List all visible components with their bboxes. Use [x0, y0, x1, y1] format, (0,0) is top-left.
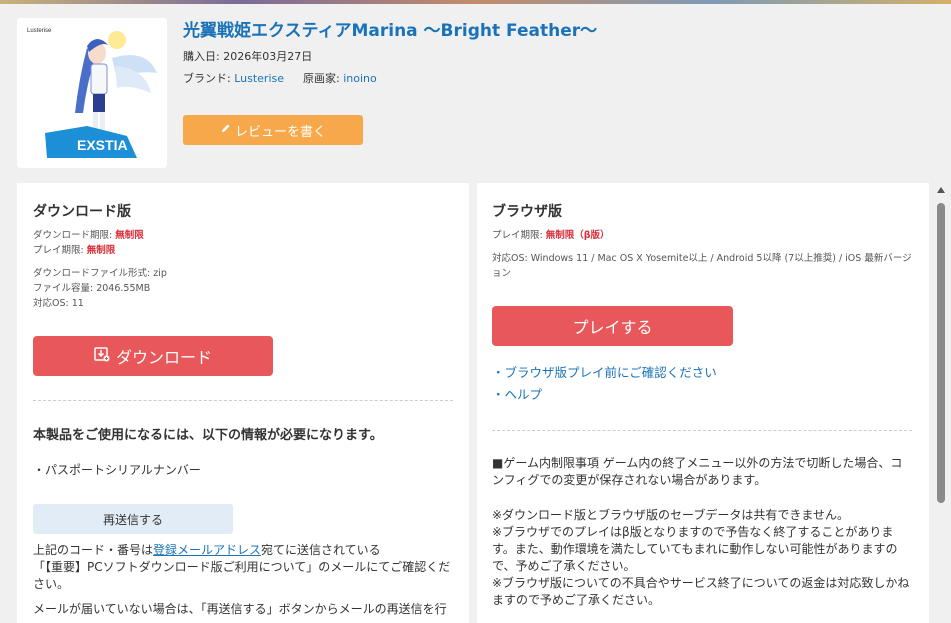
scrollbar[interactable] [933, 183, 951, 614]
info-desc-post: 宛てに送信されている [261, 543, 381, 557]
browser-play-period: プレイ期限: 無制限（β版） [492, 228, 610, 243]
resend-button[interactable]: 再送信する [33, 504, 233, 534]
play-period: プレイ期限: 無制限 [33, 243, 115, 258]
resend-button-label: 再送信する [102, 512, 163, 527]
product-title[interactable]: 光翼戦姫エクスティアMarina 〜Bright Feather〜 [183, 16, 597, 41]
download-period: ダウンロード期限: 無制限 [33, 228, 144, 243]
download-icon [94, 346, 110, 366]
browser-heading: ブラウザ版 [492, 204, 562, 220]
thumb-brand-text: Lusterise [27, 28, 52, 34]
browser-divider [492, 430, 912, 431]
browser-panel: ブラウザ版 プレイ期限: 無制限（β版） 対応OS: Windows 11 / … [477, 183, 929, 623]
download-panel: ダウンロード版 ダウンロード期限: 無制限 プレイ期限: 無制限 ダウンロードフ… [17, 183, 469, 623]
info-description: 上記のコード・番号は登録メールアドレス宛てに送信されている 「【重要】PCソフト… [33, 542, 453, 593]
scroll-thumb[interactable] [937, 203, 945, 503]
download-period-value: 無制限 [115, 230, 144, 241]
write-review-button[interactable]: レビューを書く [183, 115, 363, 145]
browser-play-period-label: プレイ期限: [492, 230, 546, 241]
pencil-icon [220, 123, 231, 138]
scroll-up-icon[interactable] [937, 187, 945, 193]
savedata-notice: ※ダウンロード版とブラウザ版のセーブデータは共有できません。 [492, 508, 849, 522]
download-period-label: ダウンロード期限: [33, 230, 116, 241]
beta-notice: ※ブラウザでのプレイはβ版となりますので予告なく終了することがあります。また、動… [492, 525, 898, 573]
brand-label: ブランド: [183, 72, 235, 85]
browser-supported-os: 対応OS: Windows 11 / Mac OS X Yosemite以上 /… [492, 253, 912, 279]
info-desc-mail-subject: 「【重要】PCソフトダウンロード版ご利用について」のメールにてご確認ください。 [33, 560, 451, 591]
browser-play-period-value: 無制限（β版） [545, 230, 610, 241]
play-period-label: プレイ期限: [33, 245, 87, 256]
download-button-label: ダウンロード [115, 348, 212, 367]
play-button[interactable]: プレイする [492, 306, 733, 346]
file-size: ファイル容量: 2046.55MB [33, 283, 151, 294]
brand-link[interactable]: Lusterise [234, 72, 284, 85]
required-info-item: ・パスポートシリアルナンバー [33, 463, 201, 477]
browser-precheck-link[interactable]: ・ブラウザ版プレイ前にご確認ください [492, 362, 717, 381]
brand-row: ブランド: Lusterise 原画家: inoino [183, 70, 377, 86]
purchase-date: 2026年03月27日 [223, 50, 313, 63]
purchase-date-row: 購入日: 2026年03月27日 [183, 48, 312, 64]
svg-text:EXSTIA: EXSTIA [77, 137, 128, 153]
purchase-date-label: 購入日: [183, 50, 224, 63]
info-desc-pre: 上記のコード・番号は [33, 543, 154, 557]
registered-email-link[interactable]: 登録メールアドレス [153, 543, 261, 557]
download-divider [33, 400, 453, 401]
refund-notice: ※ブラウザ版についての不具合やサービス終了についての返金は対応致しかねますので予… [492, 576, 910, 607]
help-link[interactable]: ・ヘルプ [492, 384, 542, 403]
play-button-label: プレイする [572, 318, 653, 337]
file-format: ダウンロードファイル形式: zip [33, 268, 167, 279]
write-review-label: レビューを書く [234, 124, 326, 140]
play-period-value: 無制限 [86, 245, 116, 256]
product-thumbnail[interactable]: EXSTIA Lusterise [17, 18, 167, 168]
info-heading: 本製品をご使用になるには、以下の情報が必要になります。 [33, 428, 383, 443]
supported-os: 対応OS: 11 [33, 298, 84, 309]
download-heading: ダウンロード版 [33, 204, 131, 220]
info-desc-resend: メールが届いていない場合は、「再送信する」ボタンからメールの再送信を行 [33, 602, 447, 616]
artist-label: 原画家: [303, 72, 344, 85]
artist-link[interactable]: inoino [343, 72, 377, 85]
game-restriction-notice: ■ゲーム内制限事項 ゲーム内の終了メニュー以外の方法で切断した場合、コンフィグで… [492, 456, 903, 487]
top-banner-strip [0, 0, 951, 4]
download-button[interactable]: ダウンロード [33, 336, 273, 376]
